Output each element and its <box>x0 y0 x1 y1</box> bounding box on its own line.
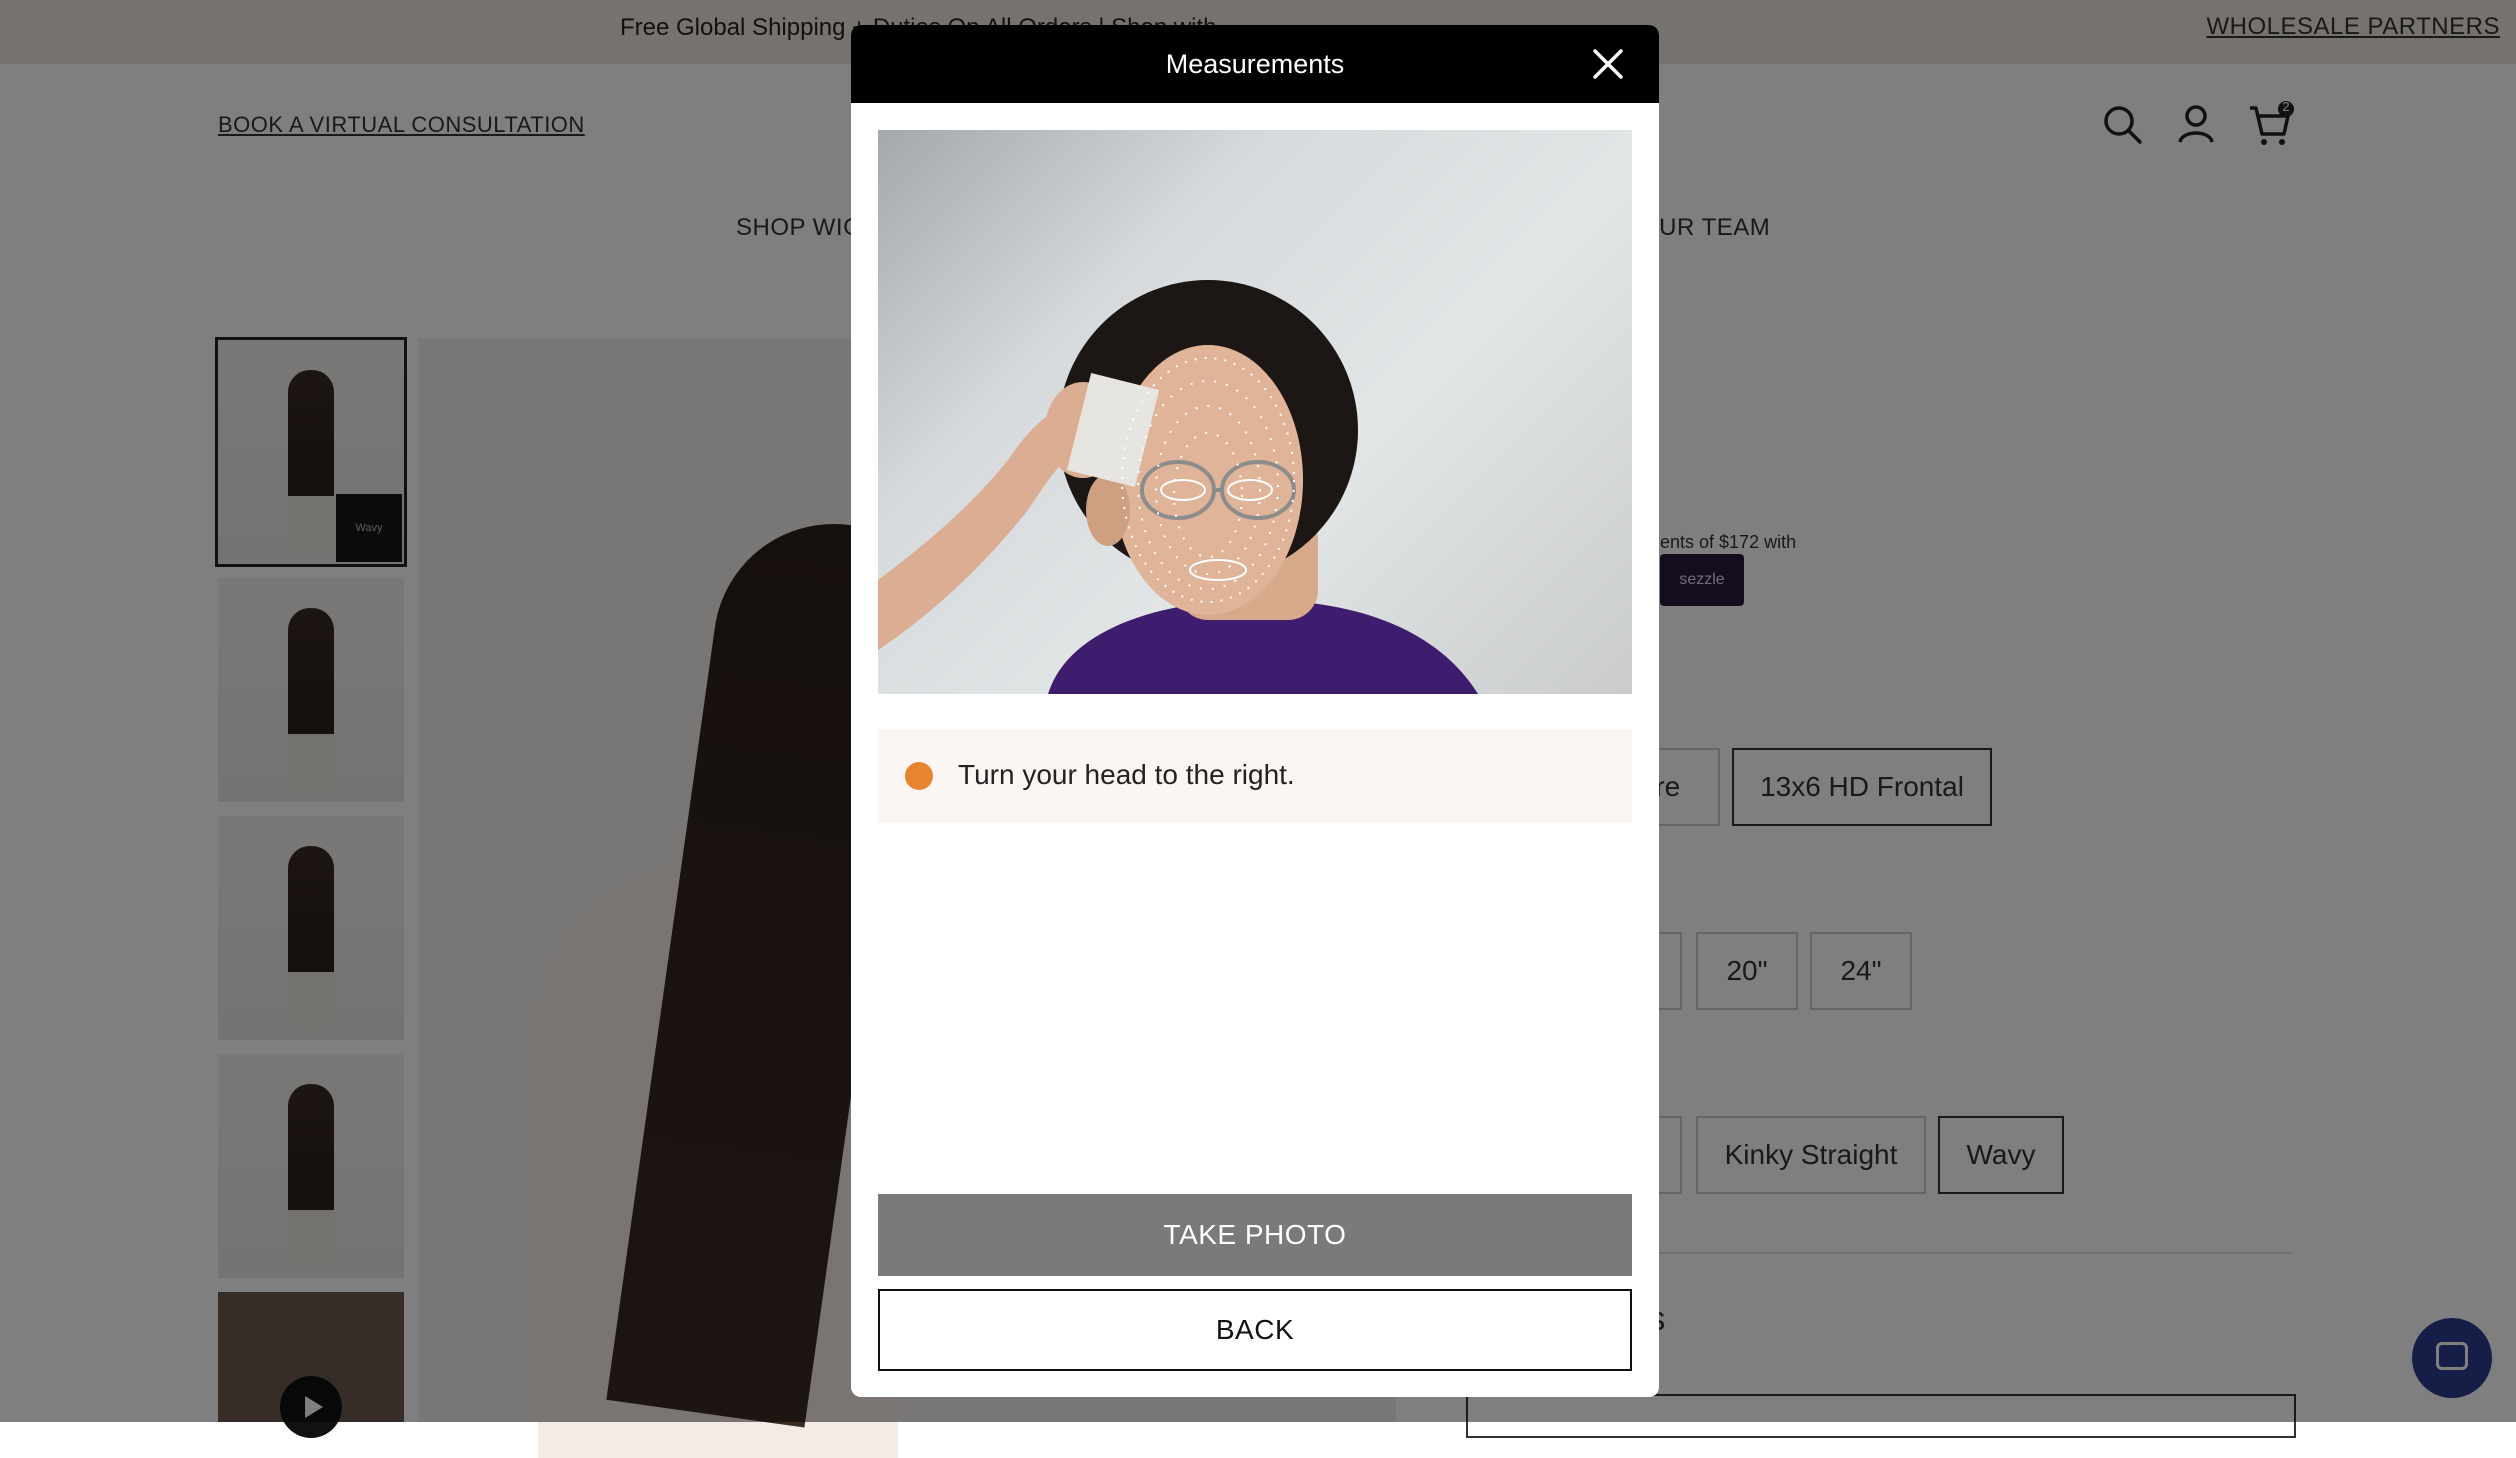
instruction-panel: Turn your head to the right. <box>878 729 1632 823</box>
instruction-text: Turn your head to the right. <box>958 759 1295 790</box>
close-icon[interactable] <box>1587 43 1629 85</box>
modal-header: Measurements <box>851 25 1659 103</box>
modal-title: Measurements <box>1165 49 1345 79</box>
back-button[interactable]: BACK <box>878 1289 1632 1371</box>
camera-preview <box>878 130 1632 694</box>
take-photo-button[interactable]: TAKE PHOTO <box>878 1194 1632 1276</box>
measurements-modal: Measurements Turn your head to the right… <box>851 25 1659 1397</box>
status-dot-icon <box>905 762 933 790</box>
